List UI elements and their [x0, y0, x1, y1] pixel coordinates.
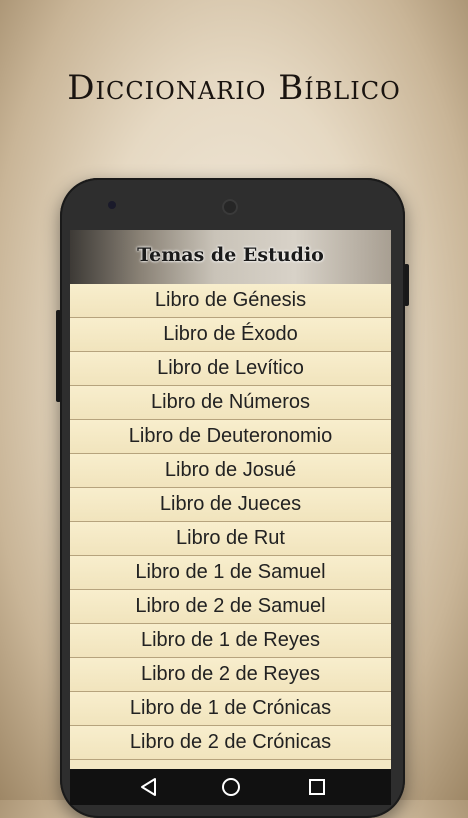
- recents-square-icon[interactable]: [306, 776, 328, 798]
- list-item[interactable]: Libro de Jueces: [70, 488, 391, 522]
- header-title: Temas de Estudio: [137, 244, 324, 266]
- app-header: Temas de Estudio: [70, 230, 391, 284]
- back-triangle-icon[interactable]: [138, 776, 160, 798]
- front-camera: [108, 201, 116, 209]
- list-item[interactable]: Libro de 2 de Crónicas: [70, 726, 391, 760]
- list-item[interactable]: Libro de Deuteronomio: [70, 420, 391, 454]
- home-circle-icon[interactable]: [220, 776, 242, 798]
- phone-frame: Temas de Estudio Libro de Génesis Libro …: [60, 178, 405, 818]
- list-item[interactable]: Libro de 1 de Samuel: [70, 556, 391, 590]
- list-item[interactable]: Libro de Josué: [70, 454, 391, 488]
- list-item[interactable]: Libro de Génesis: [70, 284, 391, 318]
- list-item[interactable]: Libro de Números: [70, 386, 391, 420]
- list-item[interactable]: Libro de 2 de Reyes: [70, 658, 391, 692]
- list-item[interactable]: Libro de 1 de Reyes: [70, 624, 391, 658]
- promo-title: Diccionario Bíblico: [67, 68, 401, 108]
- app-screen: Temas de Estudio Libro de Génesis Libro …: [70, 230, 391, 798]
- phone-sensor: [222, 199, 238, 215]
- book-list[interactable]: Libro de Génesis Libro de Éxodo Libro de…: [70, 284, 391, 760]
- list-item[interactable]: Libro de Levítico: [70, 352, 391, 386]
- list-item[interactable]: Libro de Rut: [70, 522, 391, 556]
- list-item[interactable]: Libro de Éxodo: [70, 318, 391, 352]
- list-item[interactable]: Libro de 1 de Crónicas: [70, 692, 391, 726]
- list-item[interactable]: Libro de 2 de Samuel: [70, 590, 391, 624]
